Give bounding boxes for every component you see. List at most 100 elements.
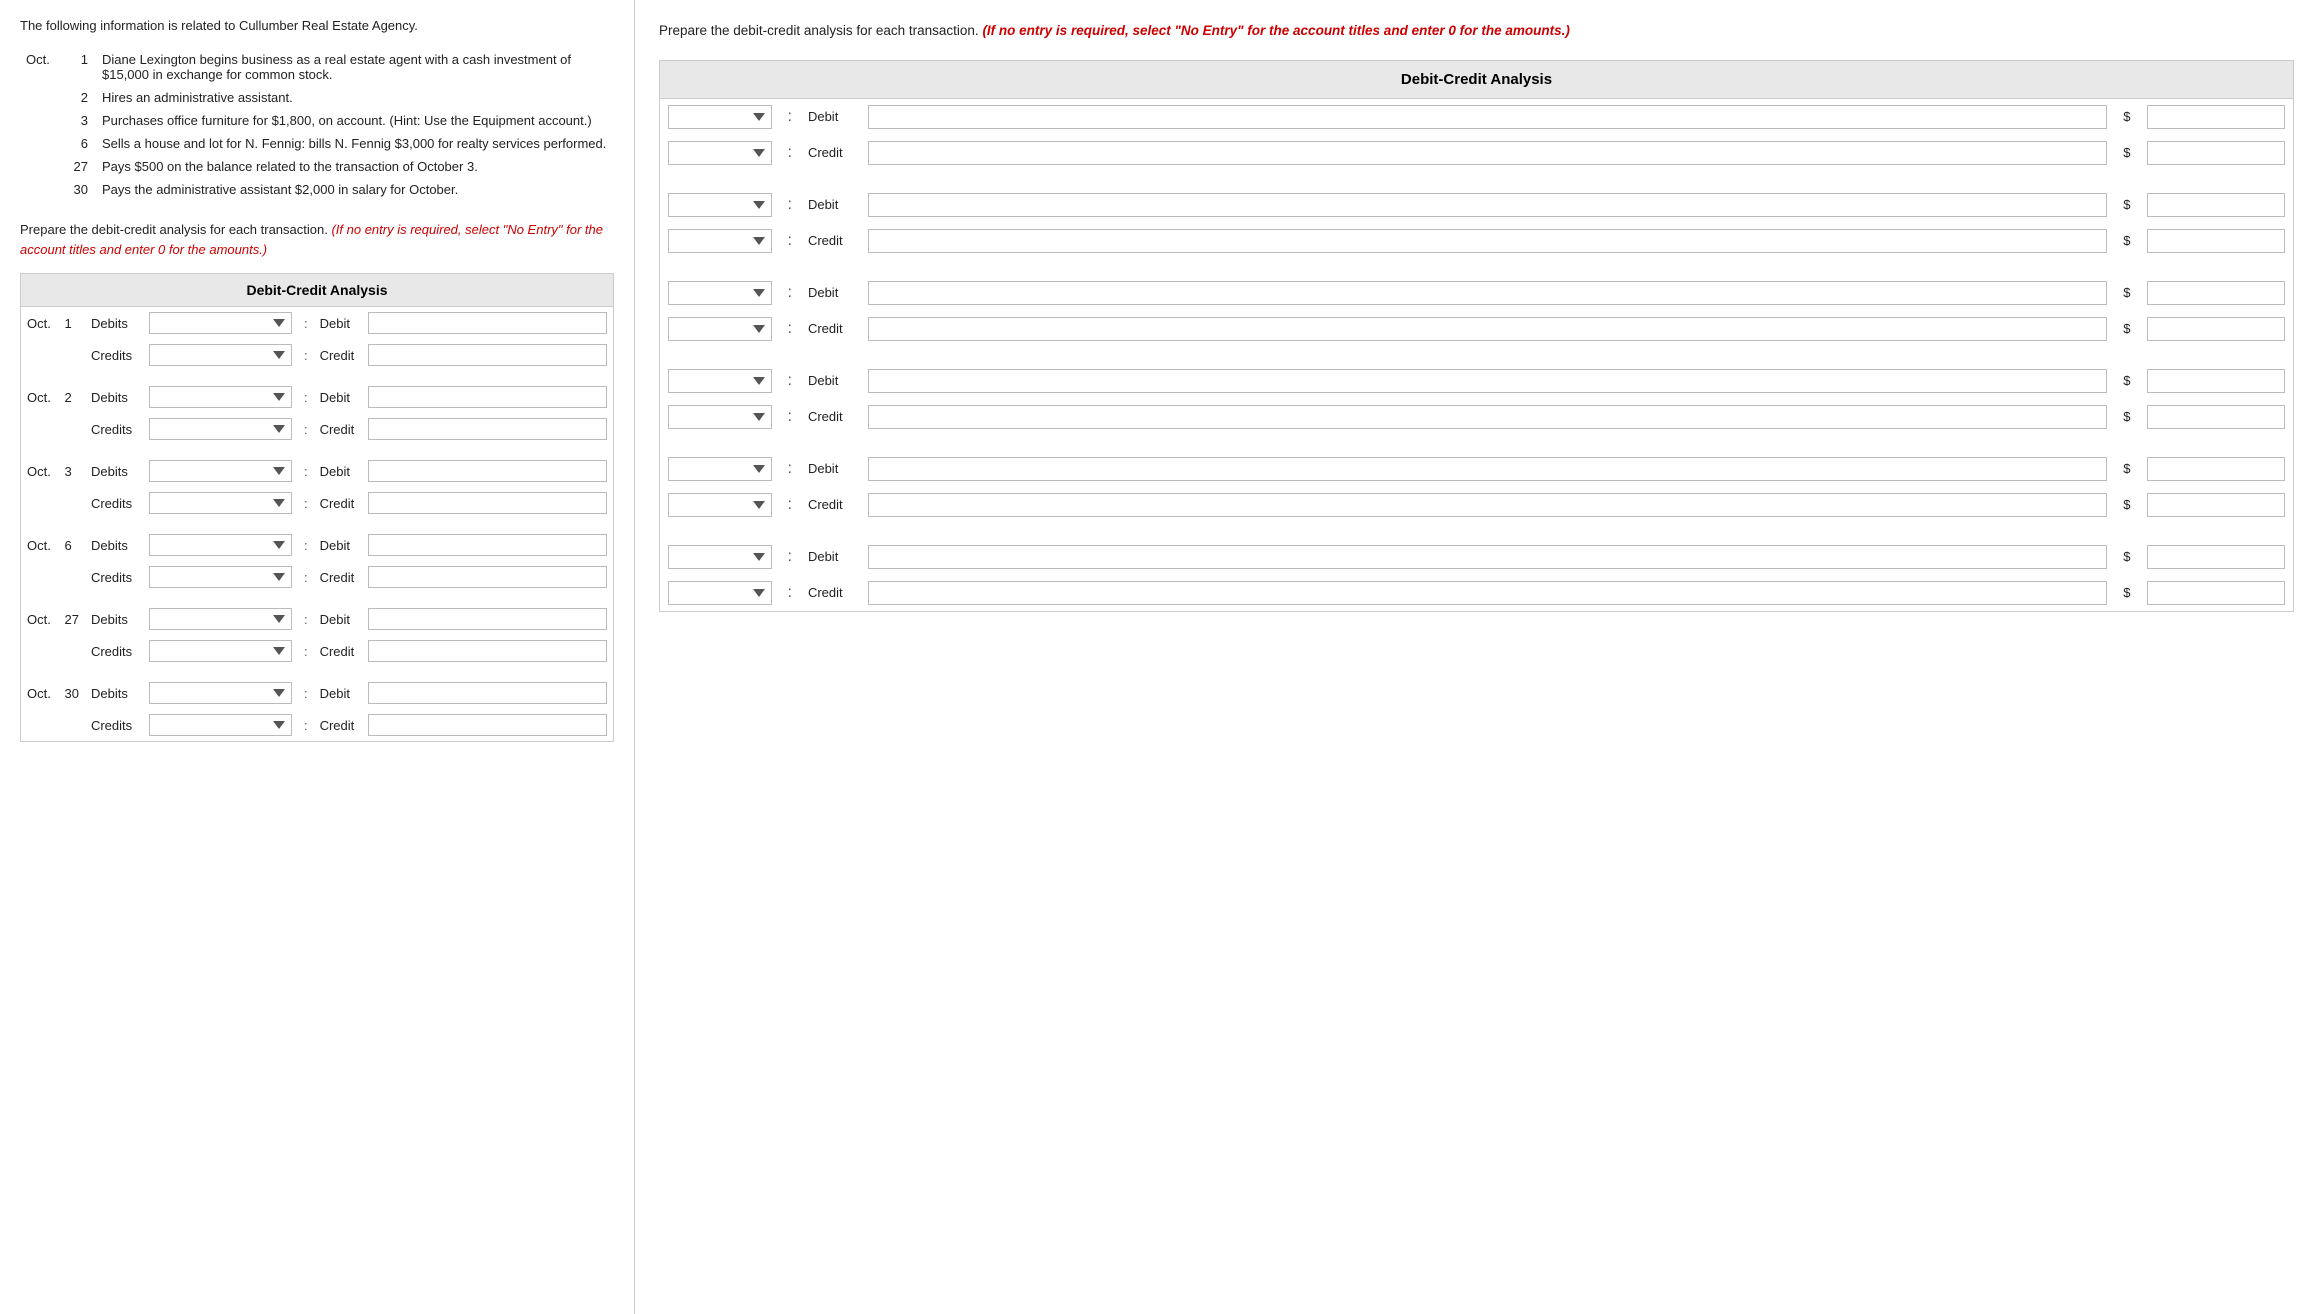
left-dropdown-6c[interactable] (143, 561, 298, 593)
right-text-2[interactable] (860, 187, 2115, 223)
right-amt-input-6[interactable] (2147, 369, 2286, 393)
left-amount-30d[interactable] (362, 677, 614, 709)
left-amount-input-30d[interactable] (368, 682, 607, 704)
right-text-input-6[interactable] (868, 369, 2107, 393)
right-amt-0[interactable] (2139, 99, 2294, 135)
right-dropdown-6[interactable] (660, 363, 780, 399)
left-select-1c[interactable] (149, 344, 292, 366)
left-amount-input-3c[interactable] (368, 492, 607, 514)
right-amt-input-5[interactable] (2147, 317, 2286, 341)
right-text-10[interactable] (860, 539, 2115, 575)
right-dropdown-4[interactable] (660, 275, 780, 311)
right-amt-5[interactable] (2139, 311, 2294, 347)
right-select-7[interactable] (668, 405, 772, 429)
right-dropdown-10[interactable] (660, 539, 780, 575)
left-select-3c[interactable] (149, 492, 292, 514)
left-amount-input-3d[interactable] (368, 460, 607, 482)
right-text-input-10[interactable] (868, 545, 2107, 569)
right-amt-8[interactable] (2139, 451, 2294, 487)
left-amount-2d[interactable] (362, 381, 614, 413)
right-amt-6[interactable] (2139, 363, 2294, 399)
left-dropdown-1c[interactable] (143, 339, 298, 371)
left-select-27d[interactable] (149, 608, 292, 630)
left-amount-input-6d[interactable] (368, 534, 607, 556)
right-text-7[interactable] (860, 399, 2115, 435)
left-dropdown-1d[interactable] (143, 307, 298, 339)
left-amount-input-1d[interactable] (368, 312, 607, 334)
right-select-2[interactable] (668, 193, 772, 217)
right-amt-input-4[interactable] (2147, 281, 2286, 305)
right-select-1[interactable] (668, 141, 772, 165)
right-text-11[interactable] (860, 575, 2115, 612)
right-text-input-7[interactable] (868, 405, 2107, 429)
right-amt-input-10[interactable] (2147, 545, 2286, 569)
left-amount-input-30c[interactable] (368, 714, 607, 736)
left-dropdown-27c[interactable] (143, 635, 298, 667)
right-text-8[interactable] (860, 451, 2115, 487)
right-amt-2[interactable] (2139, 187, 2294, 223)
right-select-8[interactable] (668, 457, 772, 481)
left-dropdown-30c[interactable] (143, 709, 298, 742)
right-dropdown-9[interactable] (660, 487, 780, 523)
right-amt-input-2[interactable] (2147, 193, 2286, 217)
left-dropdown-30d[interactable] (143, 677, 298, 709)
right-dropdown-0[interactable] (660, 99, 780, 135)
right-select-5[interactable] (668, 317, 772, 341)
left-select-2d[interactable] (149, 386, 292, 408)
right-select-4[interactable] (668, 281, 772, 305)
left-select-27c[interactable] (149, 640, 292, 662)
left-select-6c[interactable] (149, 566, 292, 588)
right-select-11[interactable] (668, 581, 772, 605)
right-amt-input-0[interactable] (2147, 105, 2286, 129)
left-select-1d[interactable] (149, 312, 292, 334)
right-text-input-4[interactable] (868, 281, 2107, 305)
right-amt-1[interactable] (2139, 135, 2294, 171)
left-select-3d[interactable] (149, 460, 292, 482)
right-text-input-9[interactable] (868, 493, 2107, 517)
right-select-3[interactable] (668, 229, 772, 253)
right-amt-input-3[interactable] (2147, 229, 2286, 253)
left-amount-2c[interactable] (362, 413, 614, 445)
right-dropdown-1[interactable] (660, 135, 780, 171)
left-dropdown-2c[interactable] (143, 413, 298, 445)
left-amount-6d[interactable] (362, 529, 614, 561)
left-amount-1c[interactable] (362, 339, 614, 371)
right-text-input-1[interactable] (868, 141, 2107, 165)
right-amt-7[interactable] (2139, 399, 2294, 435)
right-amt-input-9[interactable] (2147, 493, 2286, 517)
right-text-input-3[interactable] (868, 229, 2107, 253)
left-amount-1d[interactable] (362, 307, 614, 339)
right-amt-input-8[interactable] (2147, 457, 2286, 481)
right-amt-3[interactable] (2139, 223, 2294, 259)
right-amt-input-7[interactable] (2147, 405, 2286, 429)
right-text-input-11[interactable] (868, 581, 2107, 605)
left-amount-27c[interactable] (362, 635, 614, 667)
left-select-2c[interactable] (149, 418, 292, 440)
right-amt-4[interactable] (2139, 275, 2294, 311)
left-amount-30c[interactable] (362, 709, 614, 742)
right-dropdown-7[interactable] (660, 399, 780, 435)
right-text-4[interactable] (860, 275, 2115, 311)
right-amt-9[interactable] (2139, 487, 2294, 523)
right-select-6[interactable] (668, 369, 772, 393)
right-amt-11[interactable] (2139, 575, 2294, 612)
left-select-30d[interactable] (149, 682, 292, 704)
right-text-9[interactable] (860, 487, 2115, 523)
right-text-0[interactable] (860, 99, 2115, 135)
right-text-input-2[interactable] (868, 193, 2107, 217)
right-amt-input-1[interactable] (2147, 141, 2286, 165)
left-amount-input-27c[interactable] (368, 640, 607, 662)
left-amount-input-1c[interactable] (368, 344, 607, 366)
right-text-6[interactable] (860, 363, 2115, 399)
left-amount-3c[interactable] (362, 487, 614, 519)
left-amount-input-6c[interactable] (368, 566, 607, 588)
right-text-input-0[interactable] (868, 105, 2107, 129)
left-amount-input-2d[interactable] (368, 386, 607, 408)
right-dropdown-8[interactable] (660, 451, 780, 487)
left-select-30c[interactable] (149, 714, 292, 736)
left-dropdown-3d[interactable] (143, 455, 298, 487)
right-select-0[interactable] (668, 105, 772, 129)
right-text-input-5[interactable] (868, 317, 2107, 341)
left-dropdown-2d[interactable] (143, 381, 298, 413)
left-dropdown-27d[interactable] (143, 603, 298, 635)
